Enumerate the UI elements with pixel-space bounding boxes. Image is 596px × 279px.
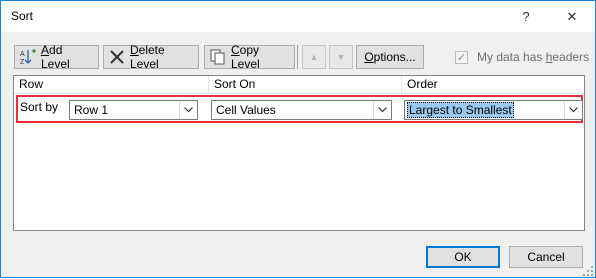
options-button[interactable]: Options... bbox=[356, 45, 424, 69]
column-header-row: Row bbox=[14, 76, 209, 94]
order-value: Largest to Smallest bbox=[407, 102, 514, 118]
options-label: Options... bbox=[364, 50, 416, 64]
help-button[interactable]: ? bbox=[503, 1, 549, 32]
delete-level-button[interactable]: Delete Level bbox=[103, 43, 199, 71]
headers-checkbox-group[interactable]: ✓ My data has headers bbox=[455, 50, 589, 64]
sort-on-select[interactable]: Cell Values bbox=[211, 100, 392, 120]
copy-level-button[interactable]: Copy Level bbox=[204, 43, 295, 71]
column-header-order: Order bbox=[402, 76, 584, 94]
triangle-down-icon: ▼ bbox=[336, 52, 346, 62]
dialog-title: Sort bbox=[11, 9, 34, 23]
move-up-button[interactable]: ▲ bbox=[302, 45, 326, 69]
cancel-button[interactable]: Cancel bbox=[509, 246, 583, 268]
ok-button[interactable]: OK bbox=[426, 246, 500, 268]
sort-level-row[interactable]: Sort by Row 1 Cell Values Largest to Sma… bbox=[16, 95, 583, 123]
copy-icon bbox=[209, 48, 227, 66]
headers-checkbox[interactable]: ✓ bbox=[455, 50, 468, 64]
delete-icon bbox=[108, 48, 126, 66]
headers-checkbox-label: My data has headers bbox=[477, 50, 590, 64]
svg-text:Z: Z bbox=[20, 59, 25, 66]
help-icon: ? bbox=[522, 9, 530, 24]
close-button[interactable]: ✕ bbox=[549, 1, 595, 32]
svg-text:A: A bbox=[20, 51, 25, 58]
sort-levels-grid: Row Sort On Order Sort by Row 1 Cell Val… bbox=[13, 75, 585, 231]
move-down-button[interactable]: ▼ bbox=[329, 45, 353, 69]
checkmark-icon: ✓ bbox=[456, 51, 467, 64]
sort-on-value: Cell Values bbox=[216, 103, 276, 117]
sort-dialog: Sort ? ✕ AZ Add Level Delete Level Copy … bbox=[0, 0, 596, 278]
chevron-down-icon[interactable] bbox=[564, 101, 582, 119]
toolbar-separator bbox=[297, 45, 298, 69]
sort-by-select[interactable]: Row 1 bbox=[69, 100, 198, 120]
triangle-up-icon: ▲ bbox=[309, 52, 319, 62]
close-icon: ✕ bbox=[566, 8, 578, 24]
sort-by-value: Row 1 bbox=[74, 103, 109, 117]
chevron-down-icon[interactable] bbox=[373, 101, 391, 119]
add-level-button[interactable]: AZ Add Level bbox=[14, 43, 99, 71]
add-level-label: Add Level bbox=[41, 43, 70, 71]
column-header-sort-on: Sort On bbox=[209, 76, 402, 94]
add-level-icon: AZ bbox=[19, 48, 37, 66]
delete-level-label: Delete Level bbox=[130, 43, 165, 71]
title-bar: Sort ? ✕ bbox=[1, 1, 595, 32]
resize-grip-icon[interactable] bbox=[583, 265, 593, 276]
order-select[interactable]: Largest to Smallest bbox=[404, 100, 583, 120]
chevron-down-icon[interactable] bbox=[179, 101, 197, 119]
sort-by-label: Sort by bbox=[20, 100, 59, 114]
copy-level-label: Copy Level bbox=[231, 43, 260, 71]
